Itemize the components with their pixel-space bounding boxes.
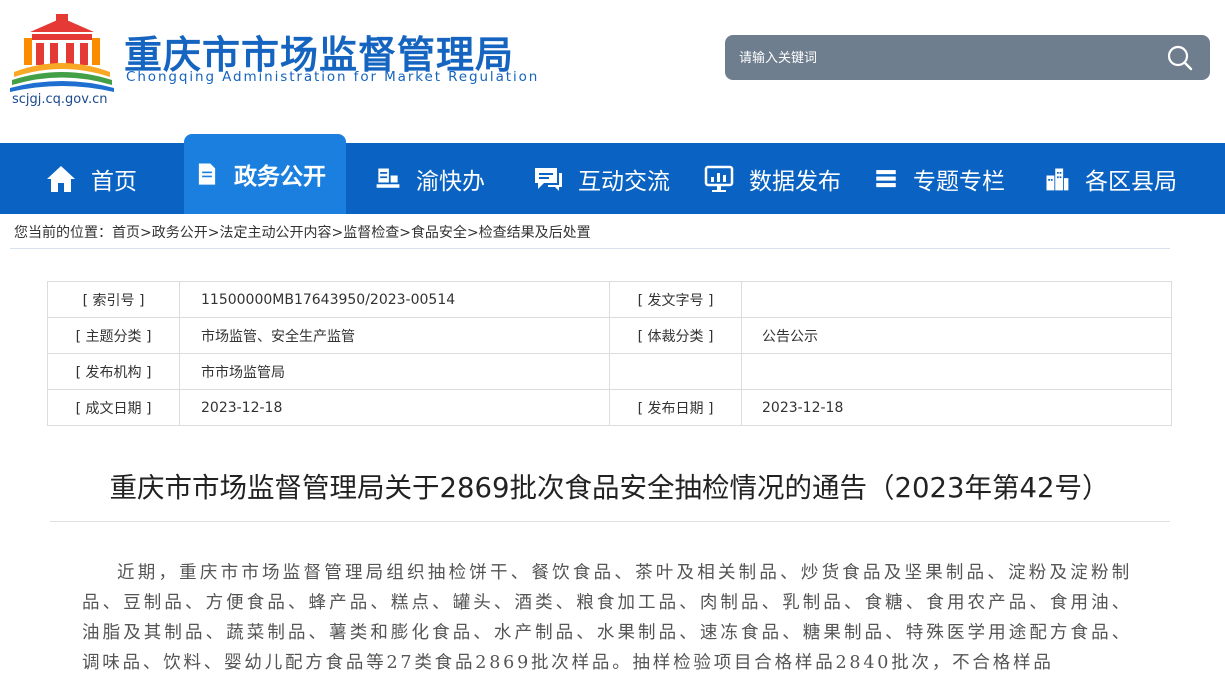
main-nav: 首页 政务公开 渝快办 互动交流 数据发布 专题专栏 各区县局 [0,134,1225,214]
nav-item-interaction[interactable]: 互动交流 [532,143,670,214]
article-body: 近期，重庆市市场监督管理局组织抽检饼干、餐饮食品、茶叶及相关制品、炒货食品及坚果… [82,563,1132,673]
breadcrumb-link-statutory-disclosure[interactable]: 法定主动公开内容 [219,225,331,241]
breadcrumb-link-home[interactable]: 首页 [112,225,140,241]
nav-item-special-topics[interactable]: 专题专栏 [873,143,1005,214]
meta-value: 市场监管、安全生产监管 [179,317,610,354]
government-emblem-icon[interactable] [10,14,114,92]
meta-value: 11500000MB17643950/2023-00514 [179,281,610,318]
site-subtitle: Chongqing Administration for Market Regu… [126,69,540,85]
nav-item-label: 互动交流 [578,168,670,195]
breadcrumb-separator: > [399,225,411,241]
meta-value: 市市场监管局 [179,353,610,390]
nav-item-label: 首页 [91,168,137,195]
meta-value [741,281,1172,318]
home-icon [47,165,75,192]
buildings-icon [1046,168,1069,190]
nav-item-label: 专题专栏 [913,168,1005,195]
meta-key: [ 发布机构 ] [47,353,180,390]
meta-key [609,353,742,390]
document-meta-table: [ 索引号 ] 11500000MB17643950/2023-00514 [ … [47,281,1172,426]
breadcrumb-link-supervision[interactable]: 监督检查 [343,225,399,241]
breadcrumb-link-government-affairs[interactable]: 政务公开 [152,225,208,241]
title-divider [50,521,1170,522]
breadcrumb-link-food-safety[interactable]: 食品安全 [411,225,467,241]
breadcrumb-divider [10,248,1170,249]
monitor-icon [704,165,734,192]
breadcrumb-link-inspection-results[interactable]: 检查结果及后处置 [479,225,591,241]
document-icon [198,163,216,185]
meta-value: 2023-12-18 [741,389,1172,426]
meta-value: 公告公示 [741,317,1172,354]
search-input[interactable] [739,47,1139,69]
breadcrumb-separator: > [207,225,220,241]
nav-item-government-affairs[interactable]: 政务公开 [184,134,346,214]
nav-item-label: 各区县局 [1085,168,1177,195]
nav-item-home[interactable]: 首页 [45,143,137,214]
search-box [725,35,1210,80]
site-url: scjgj.cq.gov.cn [12,92,108,107]
stack-icon [876,169,896,187]
meta-key: [ 成文日期 ] [47,389,180,426]
site-header: scjgj.cq.gov.cn 重庆市市场监督管理局 Chongqing Adm… [0,0,1225,143]
meta-key: [ 主题分类 ] [47,317,180,354]
breadcrumb-separator: > [140,225,152,241]
meta-key: [ 索引号 ] [47,281,180,318]
meta-key: [ 体裁分类 ] [609,317,742,354]
search-icon[interactable] [1166,44,1194,72]
table-row: [ 索引号 ] 11500000MB17643950/2023-00514 [ … [47,281,1172,318]
nav-item-label: 渝快办 [416,168,485,195]
breadcrumb-prefix: 您当前的位置： [14,225,112,241]
table-row: [ 成文日期 ] 2023-12-18 [ 发布日期 ] 2023-12-18 [47,389,1172,426]
breadcrumb: 您当前的位置：首页>政务公开>法定主动公开内容>监督检查>食品安全>检查结果及后… [14,222,591,242]
nav-item-yukuaiban[interactable]: 渝快办 [374,143,485,214]
nav-item-label: 政务公开 [234,164,326,190]
breadcrumb-separator: > [466,225,479,241]
table-row: [ 主题分类 ] 市场监管、安全生产监管 [ 体裁分类 ] 公告公示 [47,317,1172,354]
chat-icon [535,167,562,191]
article-title: 重庆市市场监督管理局关于2869批次食品安全抽检情况的通告（2023年第42号） [109,472,1110,504]
meta-key: [ 发布日期 ] [609,389,742,426]
meta-key: [ 发文字号 ] [609,281,742,318]
nav-item-data-release[interactable]: 数据发布 [703,143,841,214]
nav-item-districts[interactable]: 各区县局 [1043,143,1177,214]
desk-icon [376,168,400,188]
breadcrumb-separator: > [331,225,344,241]
meta-value: 2023-12-18 [179,389,610,426]
table-row: [ 发布机构 ] 市市场监管局 [47,353,1172,390]
meta-value [741,353,1172,390]
nav-item-label: 数据发布 [749,168,841,195]
